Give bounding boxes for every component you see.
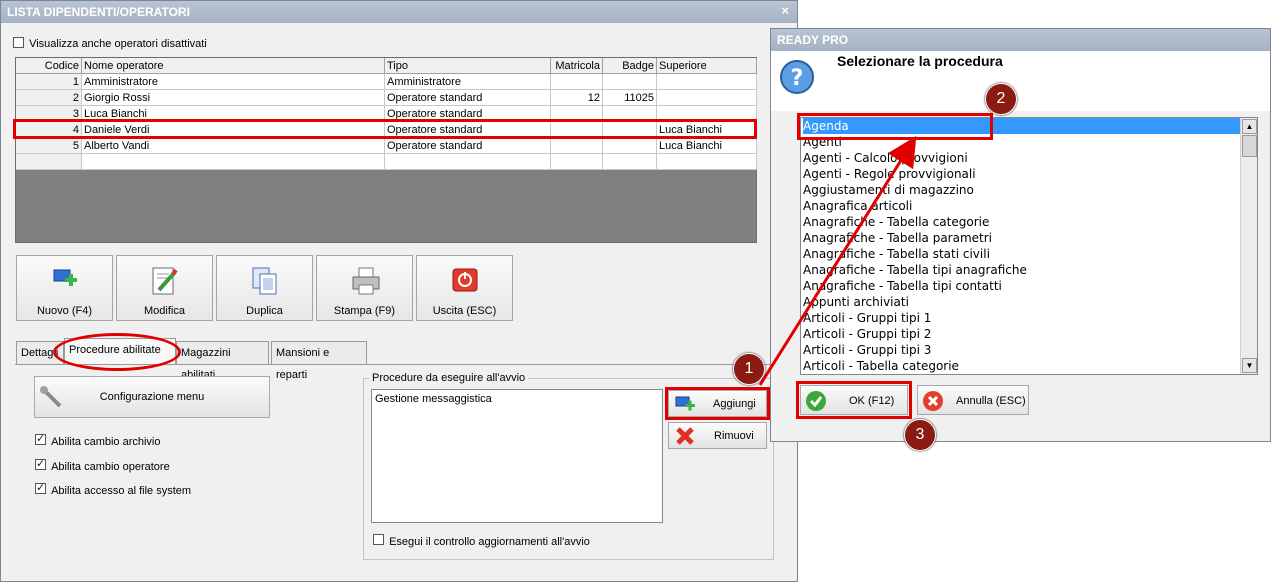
annotation-arrow: [758, 135, 917, 386]
step-badge-1: 1: [733, 353, 765, 385]
step-badge-3: 3: [904, 419, 936, 451]
step-badge-2: 2: [985, 83, 1017, 115]
